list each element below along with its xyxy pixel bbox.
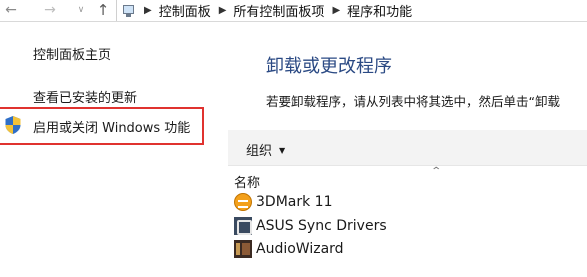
chevron-right-icon[interactable]: ▶: [219, 5, 227, 16]
list-item[interactable]: ASUS Sync Drivers: [234, 215, 587, 237]
control-panel-icon: [122, 4, 136, 18]
toolbar: 组织 ▼: [228, 130, 587, 166]
3dmark-icon: [234, 193, 252, 211]
sidebar-link-windows-features[interactable]: 启用或关闭 Windows 功能: [33, 117, 190, 136]
sidebar-link-control-panel-home[interactable]: 控制面板主页: [33, 44, 111, 63]
sidebar-link-installed-updates[interactable]: 查看已安装的更新: [33, 87, 137, 106]
list-item[interactable]: AudioWizard: [234, 238, 587, 260]
organize-label: 组织: [246, 144, 273, 159]
column-header-name[interactable]: 名称: [234, 172, 260, 191]
program-name: 3DMark 11: [256, 194, 333, 210]
chevron-right-icon[interactable]: ▶: [332, 5, 340, 16]
asus-icon: [234, 217, 252, 235]
arrow-left-icon[interactable]: ←: [2, 1, 20, 19]
page-description: 若要卸载程序，请从列表中将其选中，然后单击“卸载: [266, 94, 560, 109]
chevron-down-icon[interactable]: ∨: [72, 1, 90, 19]
sort-ascending-icon: ⌃: [430, 166, 443, 177]
program-name: AudioWizard: [256, 241, 344, 257]
caret-down-icon: ▼: [279, 146, 286, 155]
address-bar: ← → ∨ ↑ ▶ 控制面板 ▶ 所有控制面板项 ▶ 程序和功能: [0, 0, 587, 22]
page-title: 卸载或更改程序: [266, 56, 392, 77]
breadcrumb-item-all-items[interactable]: 所有控制面板项: [233, 1, 324, 20]
breadcrumb-item-programs[interactable]: 程序和功能: [347, 1, 412, 20]
breadcrumb[interactable]: ▶ 控制面板 ▶ 所有控制面板项 ▶ 程序和功能: [116, 0, 587, 21]
shield-icon: [5, 116, 21, 134]
arrow-right-icon[interactable]: →: [41, 1, 59, 19]
audiowizard-icon: [234, 240, 252, 258]
breadcrumb-item-control-panel[interactable]: 控制面板: [159, 1, 211, 20]
program-name: ASUS Sync Drivers: [256, 218, 387, 234]
chevron-right-icon[interactable]: ▶: [144, 5, 152, 16]
list-item[interactable]: 3DMark 11: [234, 191, 587, 213]
organize-button[interactable]: 组织 ▼: [246, 140, 285, 159]
arrow-up-icon[interactable]: ↑: [94, 1, 112, 19]
